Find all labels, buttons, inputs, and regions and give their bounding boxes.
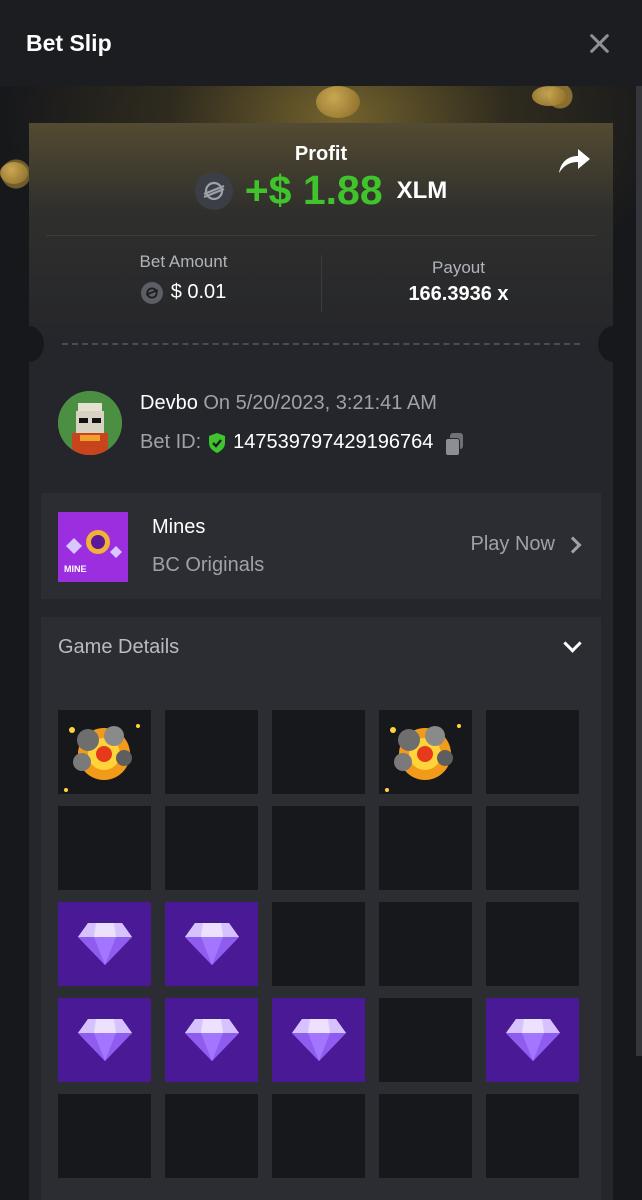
stellar-icon	[194, 171, 233, 210]
empty-tile	[165, 1094, 258, 1178]
empty-tile	[486, 1094, 579, 1178]
empty-tile	[58, 1094, 151, 1178]
game-details-panel: Game Details	[41, 617, 601, 1200]
empty-tile	[486, 902, 579, 986]
share-icon[interactable]	[556, 146, 592, 176]
bet-amount-label: Bet Amount	[139, 252, 228, 271]
bet-amount-value: $ 0.01	[46, 281, 321, 304]
empty-tile	[272, 902, 365, 986]
mine-tile	[58, 710, 151, 794]
mines-board	[58, 710, 579, 1178]
close-icon[interactable]	[588, 32, 610, 54]
empty-tile	[379, 902, 472, 986]
empty-tile	[272, 710, 365, 794]
bet-amount-text: $ 0.01	[170, 281, 227, 303]
gem-tile	[272, 998, 365, 1082]
empty-tile	[379, 806, 472, 890]
gem-tile	[165, 998, 258, 1082]
empty-tile	[379, 1094, 472, 1178]
shield-check-icon	[207, 432, 227, 454]
user-line: Devbo On 5/20/2023, 3:21:41 AM	[140, 392, 437, 415]
gem-tile	[486, 998, 579, 1082]
empty-tile	[165, 710, 258, 794]
ticket-notch-right	[598, 326, 628, 362]
coin-decoration	[532, 86, 566, 106]
copy-icon[interactable]	[445, 432, 464, 456]
gem-icon	[291, 1019, 346, 1061]
top-bar: Bet Slip	[0, 0, 642, 86]
username[interactable]: Devbo	[140, 392, 198, 414]
gem-tile	[58, 998, 151, 1082]
page-title: Bet Slip	[26, 29, 112, 56]
bet-id-row: Bet ID: 147539797429196764	[140, 431, 464, 456]
gem-tile	[58, 902, 151, 986]
gem-icon	[505, 1019, 560, 1061]
empty-tile	[486, 710, 579, 794]
payout-value: 166.3936 x	[408, 283, 509, 305]
bet-date: On 5/20/2023, 3:21:41 AM	[203, 392, 437, 414]
empty-tile	[272, 806, 365, 890]
ticket-notch-left	[14, 326, 44, 362]
gem-icon	[184, 923, 239, 965]
empty-tile	[58, 806, 151, 890]
bet-id-value: 147539797429196764	[233, 431, 434, 453]
mine-explosion-icon	[385, 724, 461, 792]
gem-icon	[77, 1019, 132, 1061]
chevron-right-icon	[564, 536, 582, 553]
divider	[46, 235, 596, 236]
gem-icon	[184, 1019, 239, 1061]
game-thumbnail: MINE	[58, 512, 128, 582]
play-now-button[interactable]: Play Now	[470, 533, 582, 556]
empty-tile	[486, 806, 579, 890]
gem-tile	[165, 902, 258, 986]
coin-decoration	[316, 86, 360, 118]
game-row[interactable]: MINE Mines BC Originals Play Now	[41, 493, 601, 599]
game-provider: BC Originals	[152, 554, 265, 576]
empty-tile	[165, 806, 258, 890]
bet-id-label: Bet ID:	[140, 431, 202, 453]
mine-explosion-icon	[64, 724, 140, 792]
gem-icon	[77, 923, 132, 965]
avatar[interactable]	[58, 391, 122, 455]
payout-label: Payout	[432, 258, 485, 277]
scrollbar[interactable]	[636, 86, 642, 1056]
profit-currency: XLM	[396, 176, 448, 204]
empty-tile	[379, 998, 472, 1082]
game-name: Mines	[152, 516, 206, 538]
stellar-icon	[140, 281, 163, 304]
empty-tile	[272, 1094, 365, 1178]
game-thumbnail-label: MINE	[64, 564, 87, 574]
play-now-label: Play Now	[470, 533, 555, 555]
mine-tile	[379, 710, 472, 794]
game-details-title: Game Details	[58, 636, 180, 658]
dashed-separator	[62, 343, 580, 345]
profit-amount: +$ 1.88	[244, 167, 383, 213]
profit-label: Profit	[294, 143, 348, 165]
chevron-down-icon[interactable]	[563, 634, 582, 653]
profit-row: +$ 1.88 XLM	[0, 167, 642, 214]
